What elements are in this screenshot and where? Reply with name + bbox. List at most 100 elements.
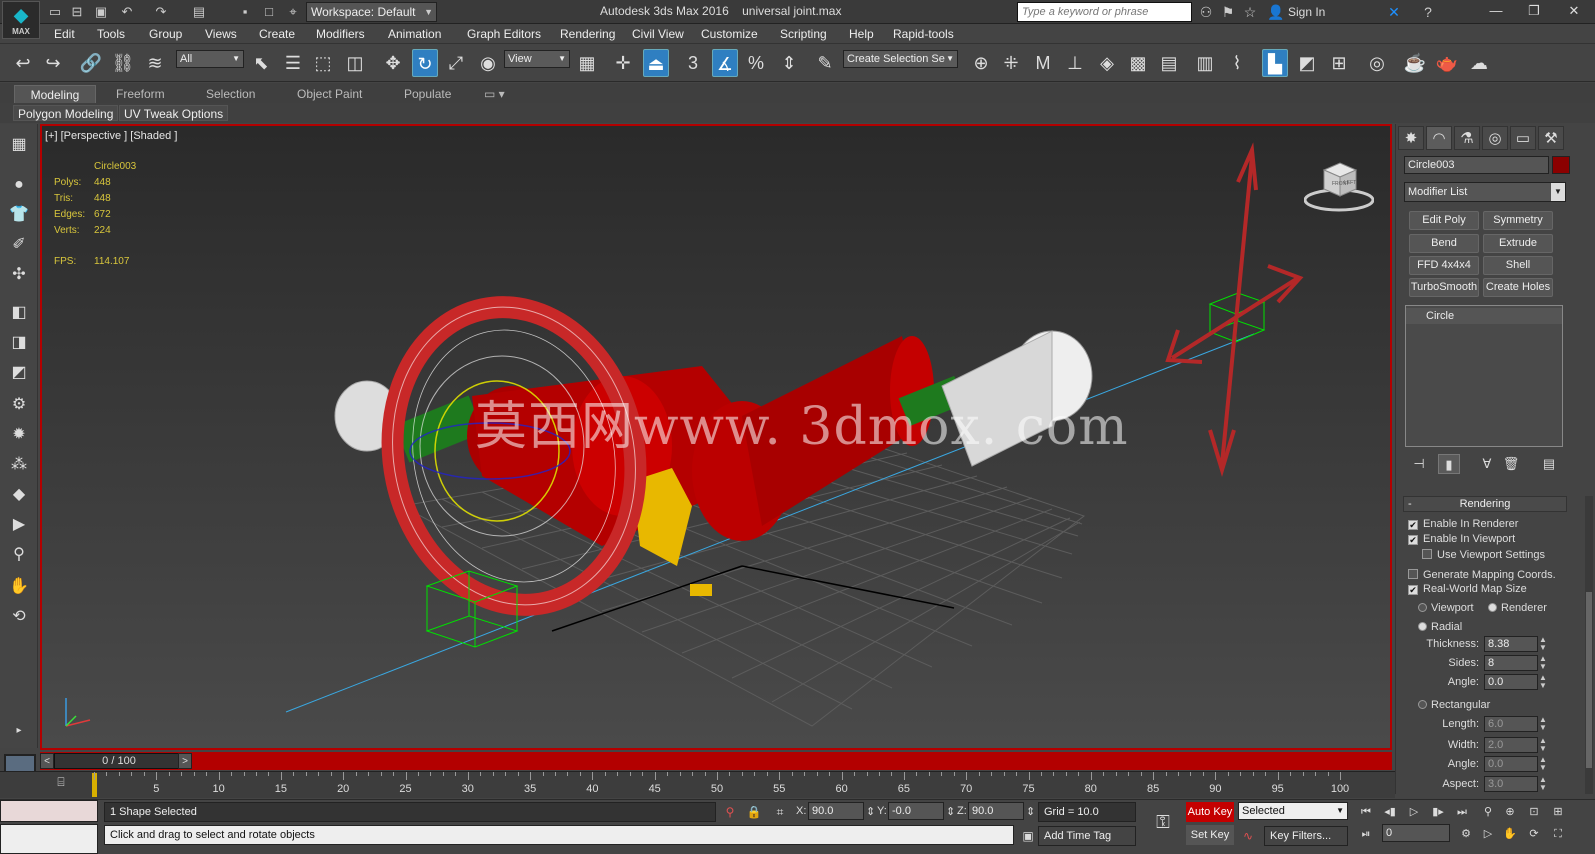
pan-hand-icon[interactable]: ✋	[6, 574, 32, 600]
menu-graph-editors[interactable]: Graph Editors	[467, 27, 541, 41]
cloth-icon[interactable]: 👕	[6, 202, 32, 228]
create-tab-icon[interactable]: ✸	[1398, 126, 1424, 150]
key-filters-button[interactable]: Key Filters...	[1264, 826, 1348, 846]
menu-create[interactable]: Create	[259, 27, 295, 41]
undo-icon[interactable]: ↶	[118, 3, 136, 21]
redo-icon[interactable]: ↪	[40, 49, 66, 77]
selection-lock-icon[interactable]: 🔒	[744, 802, 764, 822]
keyframe-icon[interactable]: ◧	[6, 300, 32, 326]
select-and-link-icon[interactable]: 🔗	[78, 49, 104, 77]
zoom-all-icon[interactable]: ⊕	[1500, 802, 1520, 822]
bind-to-space-warp-icon[interactable]: ≋	[142, 49, 168, 77]
menu-help[interactable]: Help	[849, 27, 874, 41]
keyboard-shortcut-override-icon[interactable]: ⏏	[643, 49, 669, 77]
configure-modifier-sets-icon[interactable]: ▤	[1538, 454, 1560, 474]
time-slider[interactable]: 0 / 100	[54, 753, 184, 769]
extrude-button[interactable]: Extrude	[1483, 234, 1553, 253]
rectangular-selection-icon[interactable]: ⬚	[310, 49, 336, 77]
time-configuration-icon[interactable]: ⚙	[1456, 824, 1476, 844]
default-tangents-icon[interactable]: ∿	[1238, 826, 1258, 846]
go-to-end-icon[interactable]: ⏭	[1452, 802, 1472, 822]
select-and-scale-icon[interactable]: ⤢	[443, 49, 469, 77]
render-iterative-icon[interactable]: 🫖	[1434, 49, 1460, 77]
paint-icon[interactable]: ✐	[6, 232, 32, 258]
curve-icon[interactable]: ◨	[6, 330, 32, 356]
named-selection-dropdown[interactable]: Create Selection Se ▼	[843, 50, 958, 68]
enable-in-viewport-checkbox[interactable]: ✔ Enable In Viewport	[1408, 533, 1515, 545]
aspect-field[interactable]: 3.0	[1484, 776, 1538, 792]
user-icon[interactable]: 👤	[1266, 3, 1286, 21]
select-and-move-icon[interactable]: ✥	[380, 49, 406, 77]
stack-item-circle[interactable]: Circle	[1406, 308, 1562, 324]
close-button[interactable]: ✕	[1556, 0, 1592, 22]
window-crossing-icon[interactable]: ◫	[342, 49, 368, 77]
scrollbar-thumb[interactable]	[1586, 592, 1592, 768]
tab-object-paint[interactable]: Object Paint	[287, 85, 372, 103]
orbit-icon[interactable]: ⟳	[1524, 824, 1544, 844]
teapot-icon[interactable]: ◆	[6, 482, 32, 508]
angle-field[interactable]: 0.0	[1484, 674, 1538, 690]
play-icon[interactable]: ▶	[6, 512, 32, 538]
maxscript-listener-white[interactable]	[0, 824, 98, 854]
tab-populate[interactable]: Populate	[394, 85, 461, 103]
hold-icon[interactable]: ▪	[236, 3, 254, 21]
current-frame-field[interactable]: 0	[1382, 824, 1450, 842]
menu-scripting[interactable]: Scripting	[780, 27, 827, 41]
modifier-list-dropdown[interactable]: Modifier List ▼	[1404, 182, 1566, 202]
percent-snap-icon[interactable]: %	[743, 49, 769, 77]
selection-filter-dropdown[interactable]: All ▼	[176, 50, 244, 68]
turbosmooth-button[interactable]: TurboSmooth	[1409, 278, 1479, 297]
command-panel-scrollbar[interactable]	[1585, 496, 1593, 794]
generate-mapping-checkbox[interactable]: Generate Mapping Coords.	[1408, 569, 1556, 581]
pan-view-icon[interactable]: ✋	[1500, 824, 1520, 844]
gear-icon[interactable]: ⚙	[6, 392, 32, 418]
length-field[interactable]: 6.0	[1484, 716, 1538, 732]
set-keys-icon[interactable]: ⚿	[1150, 812, 1176, 832]
tab-modeling[interactable]: Modeling	[14, 85, 96, 103]
real-world-map-size-checkbox[interactable]: ✔ Real-World Map Size	[1408, 583, 1527, 595]
align-icon[interactable]: ⊥	[1062, 49, 1088, 77]
menu-civil-view[interactable]: Civil View	[632, 27, 684, 41]
project-folder-icon[interactable]: ▤	[190, 3, 208, 21]
enable-in-renderer-checkbox[interactable]: ✔ Enable In Renderer	[1408, 518, 1518, 530]
track-bar[interactable]: ⌸ 5 10 15 20 25 30 35 40 45 50 55 60 65 70 75 80 85 90 95 1…	[0, 771, 1395, 798]
scene-explorer-icon[interactable]: ▤	[1156, 49, 1182, 77]
orbit-icon[interactable]: ⟲	[6, 604, 32, 630]
menu-views[interactable]: Views	[205, 27, 237, 41]
sides-field[interactable]: 8	[1484, 655, 1538, 671]
rectangular-radio[interactable]: Rectangular	[1418, 699, 1490, 711]
expand-arrow-icon[interactable]: ▸	[6, 718, 32, 744]
application-button[interactable]: ◆ MAX	[2, 1, 40, 39]
pin-stack-icon[interactable]: ⊣	[1408, 454, 1430, 474]
spinner-arrows-icon[interactable]: ⇕	[1026, 805, 1035, 818]
redo-icon[interactable]: ↷	[152, 3, 170, 21]
ribbon-options-icon[interactable]: ▭ ▾	[474, 85, 515, 103]
exchange-apps-icon[interactable]: ✕	[1384, 3, 1404, 21]
open-mini-curve-editor-icon[interactable]: ⌸	[50, 775, 72, 793]
tab-freeform[interactable]: Freeform	[106, 85, 175, 103]
spinner-arrows-icon[interactable]: ▲ ▼	[1538, 756, 1548, 772]
modifier-stack[interactable]: Circle	[1405, 305, 1563, 447]
menu-edit[interactable]: Edit	[54, 27, 75, 41]
layer-manager-icon[interactable]: ◈	[1094, 49, 1120, 77]
show-end-result-icon[interactable]: ▮	[1438, 454, 1460, 474]
array-icon[interactable]: ⁜	[998, 49, 1024, 77]
menu-rendering[interactable]: Rendering	[560, 27, 615, 41]
material-editor-icon[interactable]: ◩	[1294, 49, 1320, 77]
spinner-arrows-icon[interactable]: ▲ ▼	[1538, 716, 1548, 732]
render-production-icon[interactable]: ☕	[1402, 49, 1428, 77]
viewcube[interactable]: FRONT LEFT	[1304, 160, 1374, 212]
menu-tools[interactable]: Tools	[97, 27, 125, 41]
menu-animation[interactable]: Animation	[388, 27, 441, 41]
search-input[interactable]: Type a keyword or phrase	[1017, 2, 1192, 22]
mirror-icon[interactable]: ⊕	[968, 49, 994, 77]
select-object-icon[interactable]: ⬉	[248, 49, 274, 77]
symmetry-button[interactable]: Symmetry	[1483, 211, 1553, 230]
favorites-star-icon[interactable]: ☆	[1240, 3, 1260, 21]
display-tab-icon[interactable]: ▭	[1510, 126, 1536, 150]
sphere-icon[interactable]: ●	[6, 172, 32, 198]
menu-modifiers[interactable]: Modifiers	[316, 27, 365, 41]
utilities-tab-icon[interactable]: ⚒	[1538, 126, 1564, 150]
scene-explorer-icon[interactable]: ▦	[6, 132, 32, 158]
menu-customize[interactable]: Customize	[701, 27, 758, 41]
